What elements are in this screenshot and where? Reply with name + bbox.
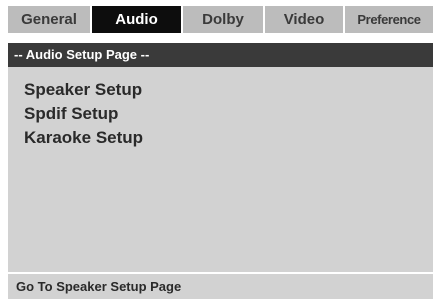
menu-panel: Speaker Setup Spdif Setup Karaoke Setup [8,67,433,272]
menu-item-speaker-setup[interactable]: Speaker Setup [24,79,142,101]
page-title: -- Audio Setup Page -- [14,47,150,62]
tab-general[interactable]: General [8,6,90,33]
tab-dolby[interactable]: Dolby [183,6,263,33]
tab-video[interactable]: Video [265,6,343,33]
tab-audio[interactable]: Audio [92,6,181,33]
menu-item-karaoke-setup[interactable]: Karaoke Setup [24,127,143,149]
menu-item-spdif-setup[interactable]: Spdif Setup [24,103,118,125]
page-title-bar: -- Audio Setup Page -- [8,43,433,67]
tab-preference[interactable]: Preference [345,6,433,33]
status-hint: Go To Speaker Setup Page [16,279,182,294]
setup-menu-screen: General Audio Dolby Video Preference -- … [0,0,433,299]
status-bar: Go To Speaker Setup Page [8,274,433,299]
tab-bar: General Audio Dolby Video Preference [8,6,433,33]
